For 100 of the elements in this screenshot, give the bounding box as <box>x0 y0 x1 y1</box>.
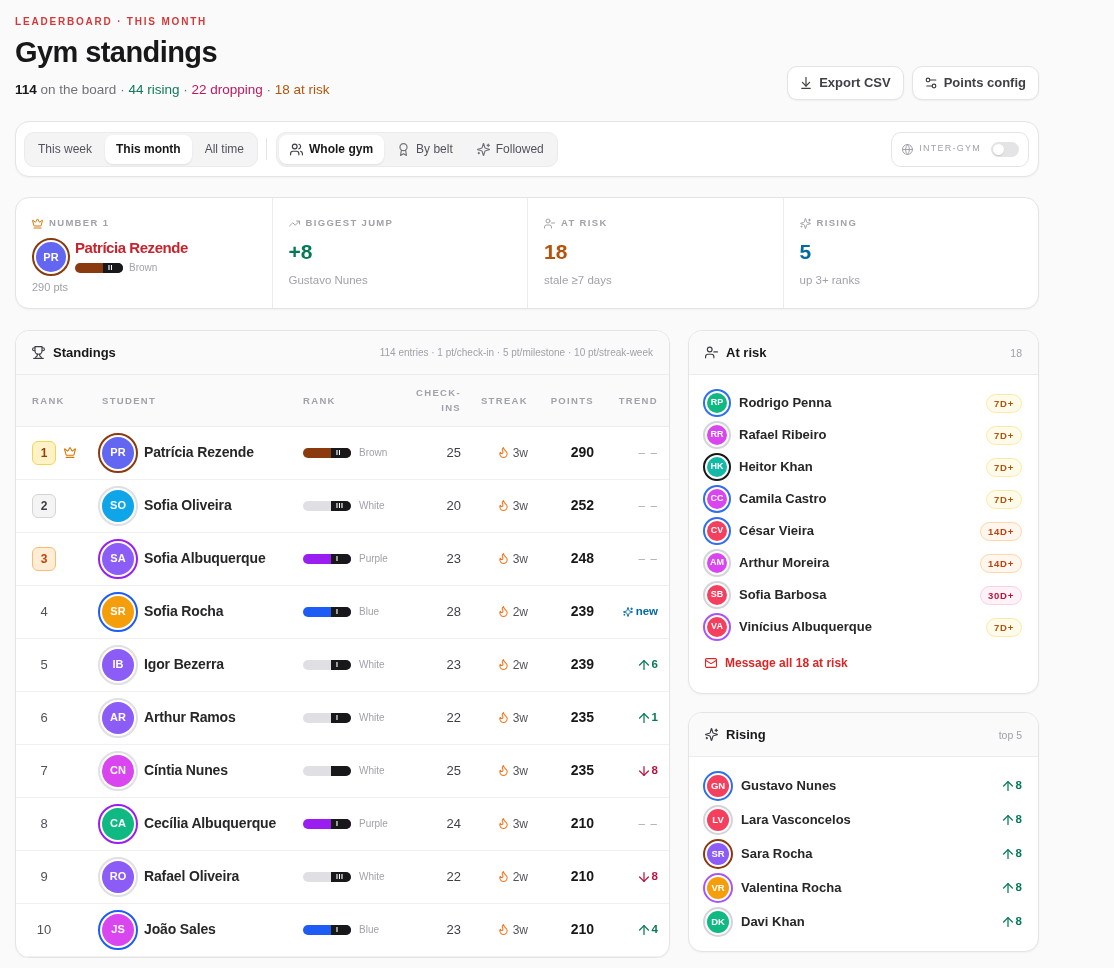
streak-value: 3w <box>512 709 528 727</box>
rank-number: 4 <box>39 602 49 621</box>
student-name: Sofia Albuquerque <box>144 549 266 568</box>
student-name: Sofia Rocha <box>144 602 224 621</box>
card-title: Standings <box>53 343 116 362</box>
mail-icon <box>705 658 717 668</box>
avatar: RP <box>703 389 731 417</box>
streak-value: 3w <box>512 762 528 780</box>
standings-meta: 114 entries · 1 pt/check-in · 5 pt/milestone · 10 pt/streak-week <box>379 346 653 360</box>
period-tab[interactable]: All time <box>193 134 256 164</box>
avatar: HK <box>703 453 731 481</box>
points-value: 210 <box>570 815 594 831</box>
streak-value: 3w <box>512 497 528 515</box>
student-name: João Sales <box>144 920 216 939</box>
trend-up-icon <box>288 217 300 229</box>
message-link[interactable]: Message all 18 at risk <box>705 654 848 672</box>
points-value: 239 <box>570 656 594 672</box>
sliders-icon <box>924 77 937 89</box>
flame-icon <box>498 447 508 458</box>
avatar: DK <box>703 907 733 937</box>
streak-value: 3w <box>512 815 528 833</box>
avatar: CV <box>703 517 731 545</box>
checkins-value: 25 <box>446 444 461 460</box>
crown-icon <box>32 217 43 229</box>
eyebrow-label: LEADERBOARD · THIS MONTH <box>15 15 209 29</box>
stale-badge: 7D+ <box>986 425 1022 445</box>
rank-number: 5 <box>39 655 49 674</box>
avatar: RO <box>98 856 138 897</box>
streak-value: 3w <box>512 921 528 939</box>
student-name: Sofia Barbosa <box>739 586 828 605</box>
avatar: GN <box>703 771 733 801</box>
arrow-down-icon <box>638 765 649 776</box>
avatar: VA <box>703 613 731 641</box>
student-name: Rafael Oliveira <box>144 867 240 886</box>
checkins-value: 23 <box>446 921 461 937</box>
flame-icon <box>498 818 508 829</box>
period-tab[interactable]: This month <box>105 134 192 164</box>
card-title: Rising <box>726 725 766 744</box>
student-name: Gustavo Nunes <box>741 777 838 796</box>
avatar: LV <box>703 805 733 835</box>
rank-change: 8 <box>1015 914 1022 930</box>
avatar: SB <box>703 581 731 609</box>
stat-label: AT RISK <box>561 217 608 229</box>
points-config-button[interactable]: Points config <box>911 66 1039 100</box>
belt-label: Blue <box>359 923 379 937</box>
scope-tab[interactable]: Followed <box>465 134 555 164</box>
belt-label: White <box>359 870 385 884</box>
page-title: Gym standings <box>15 35 218 70</box>
rank-badge: 2 <box>32 493 56 518</box>
rank-change: 8 <box>1015 846 1022 862</box>
card-title: At risk <box>726 343 767 362</box>
avatar: PR <box>98 432 138 473</box>
trend-value: 8 <box>651 868 658 884</box>
student-name: Cíntia Nunes <box>144 761 228 780</box>
avatar: CC <box>703 485 731 513</box>
trend-value: 6 <box>651 656 658 672</box>
medal-icon <box>397 142 411 156</box>
streak-value: 2w <box>512 603 528 621</box>
count-label: top 5 <box>998 728 1022 744</box>
avatar: CN <box>98 750 138 791</box>
period-tab[interactable]: This week <box>27 134 104 164</box>
count-label: 18 <box>1010 346 1022 362</box>
rank-number: 9 <box>39 867 49 886</box>
checkins-value: 20 <box>446 497 461 513</box>
scope-tab[interactable]: Whole gym <box>279 134 385 164</box>
inter-gym-label: INTER-GYM <box>919 142 981 156</box>
avatar: RR <box>703 421 731 449</box>
student-name: Vinícius Albuquerque <box>739 618 873 637</box>
avatar: AR <box>98 697 138 738</box>
student-name: César Vieira <box>739 522 815 541</box>
belt-label: Blue <box>359 605 379 619</box>
sparkle-icon <box>622 606 633 617</box>
avatar: PR <box>32 238 70 276</box>
leader-name: Patrícia Rezende <box>75 239 188 257</box>
rank-change: 8 <box>1015 812 1022 828</box>
export-button[interactable]: Export CSV <box>787 66 904 100</box>
column-header: STREAK <box>480 393 528 408</box>
user-minus-icon <box>705 346 718 359</box>
belt-label: Purple <box>359 817 388 831</box>
student-name: Heitor Khan <box>739 458 814 477</box>
checkins-value: 28 <box>446 603 461 619</box>
stale-badge: 14D+ <box>980 521 1022 541</box>
points-value: 210 <box>570 868 594 884</box>
avatar: SO <box>98 485 138 526</box>
scope-tab[interactable]: By belt <box>386 134 464 164</box>
toggle-switch[interactable] <box>991 141 1019 157</box>
student-name: Igor Bezerra <box>144 655 225 674</box>
avatar: CA <box>98 803 138 844</box>
stat-value: +8 <box>288 239 314 265</box>
student-name: Rodrigo Penna <box>739 394 833 413</box>
avatar: AM <box>703 549 731 577</box>
people-icon <box>290 142 304 156</box>
avatar: SA <box>98 538 138 579</box>
stat-label: BIGGEST JUMP <box>305 217 394 229</box>
student-name: Davi Khan <box>741 913 806 932</box>
points-note: 290 pts <box>32 281 70 294</box>
flame-icon <box>498 712 508 723</box>
stat-label: RISING <box>816 217 858 229</box>
rank-number: 7 <box>39 761 49 780</box>
flame-icon <box>498 659 508 670</box>
